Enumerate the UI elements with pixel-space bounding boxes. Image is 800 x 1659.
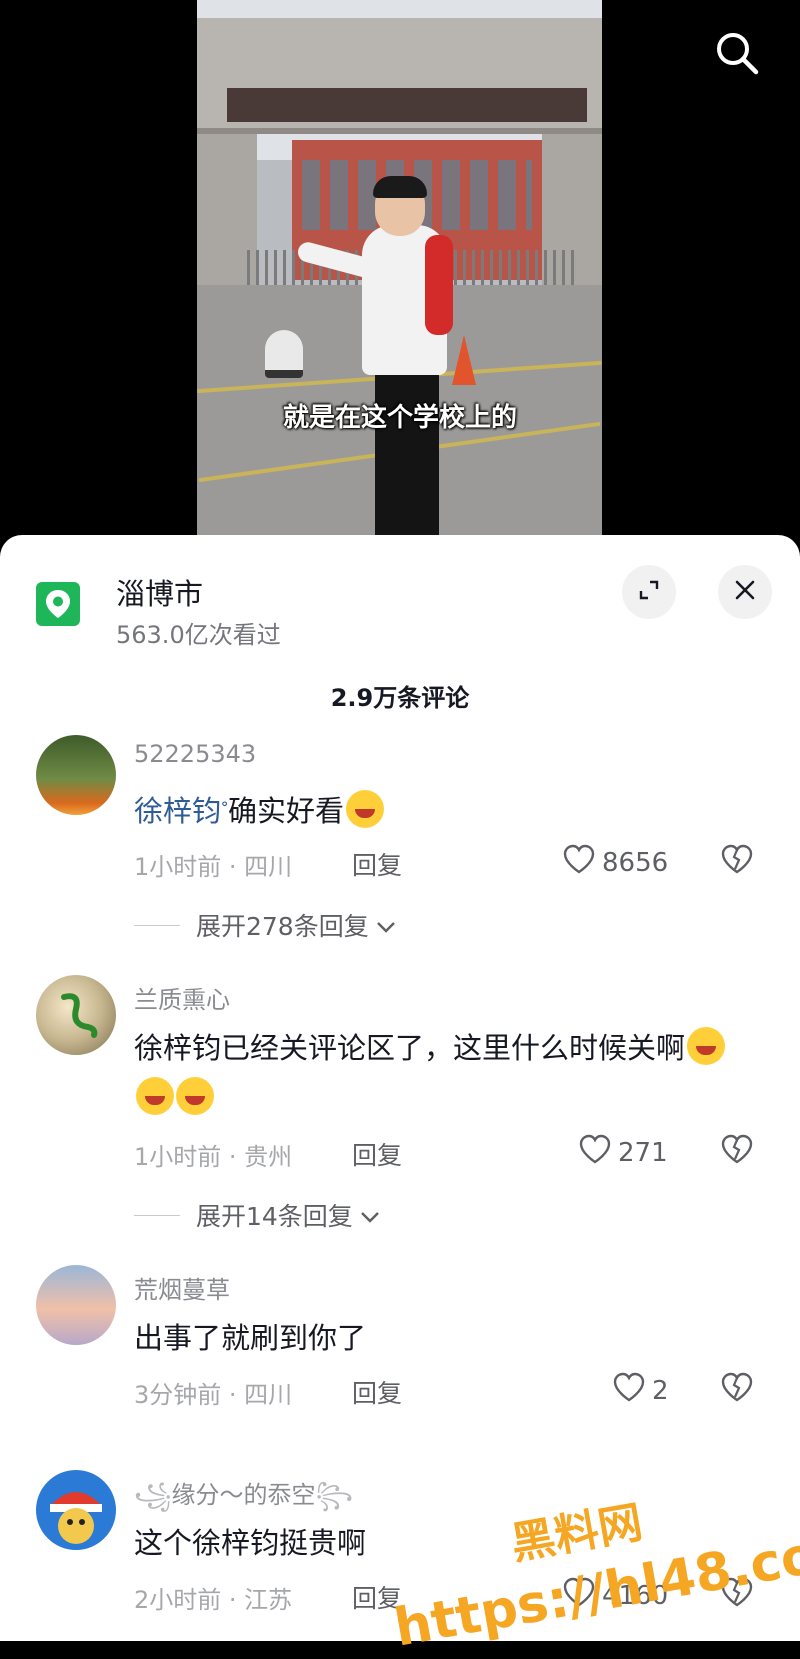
comment-username[interactable]: 52225343 bbox=[134, 740, 256, 768]
like-count: 271 bbox=[618, 1137, 668, 1168]
chevron-down-icon bbox=[359, 1201, 381, 1230]
comment-count: 2.9万条评论 bbox=[330, 684, 470, 712]
reply-button[interactable]: 回复 bbox=[352, 1374, 402, 1410]
dislike-button[interactable] bbox=[720, 843, 754, 879]
like-count: 2 bbox=[652, 1375, 669, 1406]
comment-username[interactable]: 兰质熏心 bbox=[134, 980, 230, 1015]
reply-button[interactable]: 回复 bbox=[352, 1136, 402, 1172]
close-icon bbox=[734, 579, 756, 605]
like-button[interactable]: 8656 bbox=[562, 843, 668, 882]
avatar[interactable] bbox=[36, 975, 116, 1055]
dislike-button[interactable] bbox=[720, 1371, 754, 1407]
heart-icon bbox=[562, 843, 596, 882]
close-button[interactable] bbox=[718, 565, 772, 619]
traffic-cone bbox=[452, 335, 476, 385]
search-icon[interactable] bbox=[712, 28, 762, 78]
comment-username[interactable]: 荒烟蔓草 bbox=[134, 1270, 230, 1305]
comment-meta: 3分钟前 · 四川 bbox=[134, 1381, 293, 1409]
expand-replies-label: 展开14条回复 bbox=[196, 1202, 353, 1231]
avatar[interactable] bbox=[36, 1265, 116, 1345]
expand-replies[interactable]: 展开14条回复 bbox=[134, 1197, 381, 1233]
expand-replies-label: 展开278条回复 bbox=[196, 912, 369, 941]
comment-body: 出事了就刷到你了 bbox=[134, 1321, 367, 1355]
like-button[interactable]: 271 bbox=[578, 1133, 668, 1172]
expand-icon bbox=[637, 578, 661, 606]
comment-meta: 2小时前 · 江苏 bbox=[134, 1586, 293, 1614]
decoration-icon: ꧁ bbox=[134, 1481, 172, 1509]
video-subtitle: 就是在这个学校上的 bbox=[282, 403, 517, 433]
search-mini-icon: ᐤ bbox=[221, 797, 229, 818]
heart-icon bbox=[578, 1133, 612, 1172]
comment-text: 出事了就刷到你了 bbox=[134, 1313, 754, 1363]
location-pin-icon[interactable] bbox=[36, 582, 80, 626]
broken-heart-icon bbox=[720, 844, 754, 879]
comment-meta: 1小时前 · 贵州 bbox=[134, 1143, 293, 1171]
comment-body: 徐梓钧已经关评论区了，这里什么时候关啊 bbox=[134, 1031, 686, 1065]
expand-replies[interactable]: 展开278条回复 bbox=[134, 907, 397, 943]
comment-body: 这个徐梓钧挺贵啊 bbox=[134, 1526, 367, 1560]
school-gate bbox=[197, 18, 602, 134]
like-button[interactable]: 2 bbox=[612, 1371, 669, 1410]
comment-text: 徐梓钧已经关评论区了，这里什么时候关啊 bbox=[134, 1023, 754, 1123]
decoration-icon: ꧂ bbox=[315, 1481, 354, 1509]
laugh-emoji-icon bbox=[176, 1077, 214, 1115]
location-views: 563.0亿次看过 bbox=[116, 621, 281, 649]
chevron-down-icon bbox=[375, 911, 397, 940]
dislike-button[interactable] bbox=[720, 1133, 754, 1169]
expand-button[interactable] bbox=[622, 565, 676, 619]
laugh-emoji-icon bbox=[136, 1077, 174, 1115]
video-player[interactable]: 就是在这个学校上的 bbox=[0, 0, 800, 540]
comment-sheet: 淄博市 563.0亿次看过 2.9万条评论 52225343 徐梓钧ᐤ确实好看 … bbox=[0, 535, 800, 1641]
laugh-emoji-icon bbox=[346, 790, 385, 828]
location-title[interactable]: 淄博市 bbox=[116, 571, 203, 613]
broken-heart-icon bbox=[720, 1134, 754, 1169]
mention-link[interactable]: 徐梓钧 bbox=[134, 794, 221, 828]
comment-text: 徐梓钧ᐤ确实好看 bbox=[134, 783, 754, 836]
heart-icon bbox=[612, 1371, 646, 1410]
laugh-emoji-icon bbox=[687, 1027, 726, 1065]
like-count: 8656 bbox=[602, 847, 669, 878]
comment-body: 确实好看 bbox=[228, 794, 345, 828]
comment-meta: 1小时前 · 四川 bbox=[134, 853, 293, 881]
reply-button[interactable]: 回复 bbox=[352, 846, 402, 882]
broken-heart-icon bbox=[720, 1372, 754, 1407]
avatar[interactable] bbox=[36, 735, 116, 815]
video-frame bbox=[197, 0, 602, 540]
avatar[interactable] bbox=[36, 1470, 116, 1550]
